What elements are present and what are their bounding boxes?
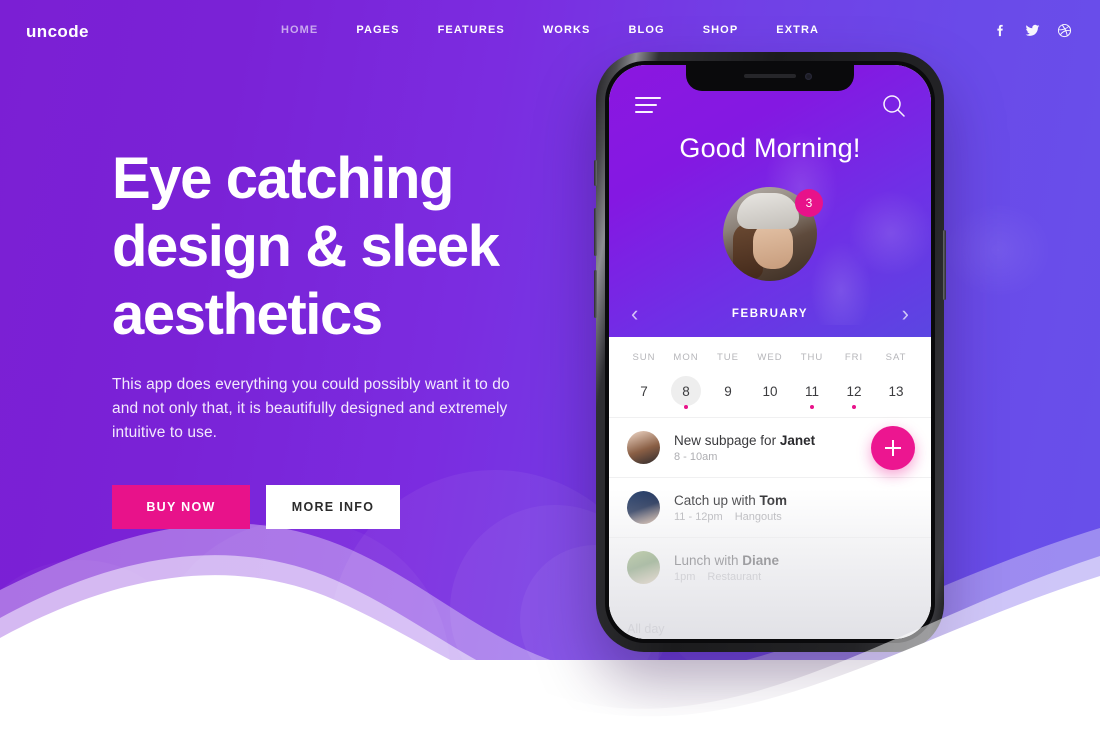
phone-frame: Good Morning! 3 ‹ FEBRUARY › SUN MON TUE… (594, 52, 946, 652)
day-number: 11 (804, 383, 819, 399)
event-list: New subpage for Janet 8 - 10am Catch up … (609, 417, 931, 597)
user-avatar-wrapper[interactable]: 3 (723, 187, 823, 281)
month-label: FEBRUARY (731, 308, 809, 320)
day-number: 9 (724, 383, 732, 399)
hero-subtitle: This app does everything you could possi… (112, 376, 510, 441)
phone-volume-up-button (594, 208, 597, 256)
calendar-day-10[interactable]: 10 (749, 376, 791, 406)
all-day-label[interactable]: All day (627, 613, 913, 639)
buy-now-button[interactable]: BUY NOW (112, 485, 250, 529)
phone-notch (686, 65, 854, 91)
event-body: Catch up with Tom 11 - 12pm Hangouts (674, 493, 913, 523)
day-number: 12 (846, 383, 862, 399)
day-name-sat: SAT (885, 352, 907, 363)
event-title-name: Janet (779, 432, 816, 448)
next-month-button[interactable]: › (902, 303, 909, 325)
month-navigation: ‹ FEBRUARY › (609, 291, 931, 337)
front-camera-icon (805, 73, 812, 80)
prev-month-button[interactable]: ‹ (631, 303, 638, 325)
add-event-button[interactable] (871, 426, 915, 470)
phone-bezel: Good Morning! 3 ‹ FEBRUARY › SUN MON TUE… (605, 61, 935, 643)
calendar-day-13[interactable]: 13 (875, 376, 917, 406)
phone-power-button (943, 230, 946, 300)
search-icon[interactable] (881, 93, 907, 119)
day-name-fri: FRI (844, 352, 864, 363)
event-title: Lunch with Diane (674, 553, 913, 568)
hero-content: Eye catching design & sleek aesthetics T… (112, 145, 572, 529)
day-name-tue: TUE (717, 352, 739, 363)
list-item[interactable]: Catch up with Tom 11 - 12pm Hangouts (609, 477, 931, 537)
greeting-text: Good Morning! (679, 133, 861, 163)
day-number: 8 (682, 383, 690, 399)
event-avatar (627, 431, 660, 464)
twitter-icon[interactable] (1025, 23, 1040, 38)
nav-item-features[interactable]: FEATURES (419, 24, 524, 36)
dribbble-icon[interactable] (1057, 23, 1072, 38)
calendar-day-names: SUN MON TUE WED THU FRI SAT (623, 352, 917, 363)
calendar-day-8[interactable]: 8 (665, 376, 707, 409)
event-dot (810, 405, 814, 409)
phone-screen: Good Morning! 3 ‹ FEBRUARY › SUN MON TUE… (609, 65, 931, 639)
list-item[interactable]: Lunch with Diane 1pm Restaurant (609, 537, 931, 597)
headline-line-2: design & sleek (112, 214, 500, 279)
nav-item-home[interactable]: HOME (262, 24, 337, 36)
nav-item-shop[interactable]: SHOP (684, 24, 758, 36)
event-title-prefix: Lunch with (674, 552, 743, 568)
event-time: 1pm (674, 570, 696, 583)
app-header: Good Morning! 3 ‹ FEBRUARY › (609, 65, 931, 337)
calendar-day-12[interactable]: 12 (833, 376, 875, 409)
more-info-button[interactable]: MORE INFO (266, 485, 400, 529)
facebook-icon[interactable] (993, 23, 1008, 38)
day-name-sun: SUN (632, 352, 656, 363)
event-title-prefix: Catch up with (674, 492, 760, 508)
calendar-dates: 7 8 9 10 11 12 13 (623, 363, 917, 409)
calendar-day-11[interactable]: 11 (791, 376, 833, 409)
event-form: All day From (609, 597, 931, 639)
event-dot (852, 405, 856, 409)
headline-line-3: aesthetics (112, 282, 383, 347)
event-avatar (627, 491, 660, 524)
nav-item-pages[interactable]: PAGES (337, 24, 418, 36)
event-title: Catch up with Tom (674, 493, 913, 508)
page-title: Eye catching design & sleek aesthetics (112, 145, 572, 349)
event-body: Lunch with Diane 1pm Restaurant (674, 553, 913, 583)
notification-badge: 3 (795, 189, 823, 217)
avatar-hat (737, 193, 799, 229)
hero-button-row: BUY NOW MORE INFO (112, 485, 572, 529)
event-title-name: Tom (759, 492, 788, 508)
site-header: uncode HOME PAGES FEATURES WORKS BLOG SH… (0, 0, 1100, 64)
calendar-strip: SUN MON TUE WED THU FRI SAT 7 8 9 10 11 … (609, 337, 931, 417)
calendar-day-7[interactable]: 7 (623, 376, 665, 406)
headline-line-1: Eye catching (112, 146, 454, 211)
phone-silent-switch (594, 160, 597, 186)
day-number: 7 (640, 383, 648, 399)
nav-item-extra[interactable]: EXTRA (757, 24, 838, 36)
page-root: uncode HOME PAGES FEATURES WORKS BLOG SH… (0, 0, 1100, 730)
phone-mockup: Good Morning! 3 ‹ FEBRUARY › SUN MON TUE… (594, 52, 946, 652)
day-name-thu: THU (800, 352, 824, 363)
list-item[interactable]: New subpage for Janet 8 - 10am (609, 417, 931, 477)
event-meta: 11 - 12pm Hangouts (674, 511, 913, 523)
hamburger-menu-icon[interactable] (635, 97, 661, 118)
event-place: Hangouts (734, 510, 782, 523)
calendar-day-9[interactable]: 9 (707, 376, 749, 406)
event-title-name: Diane (742, 552, 780, 568)
event-meta: 1pm Restaurant (674, 571, 913, 583)
nav-item-blog[interactable]: BLOG (610, 24, 684, 36)
day-name-wed: WED (757, 352, 783, 363)
day-number: 13 (888, 383, 904, 399)
day-name-mon: MON (673, 352, 699, 363)
event-time: 11 - 12pm (674, 510, 723, 523)
phone-volume-down-button (594, 270, 597, 318)
event-title-prefix: New subpage for (674, 432, 780, 448)
day-number: 10 (762, 383, 778, 399)
main-navigation: HOME PAGES FEATURES WORKS BLOG SHOP EXTR… (0, 24, 1100, 36)
event-dot (684, 405, 688, 409)
earpiece-speaker-icon (744, 74, 796, 78)
event-time: 8 - 10am (674, 450, 718, 463)
event-place: Restaurant (707, 570, 762, 583)
social-links (993, 23, 1072, 38)
event-avatar (627, 551, 660, 584)
nav-item-works[interactable]: WORKS (524, 24, 610, 36)
